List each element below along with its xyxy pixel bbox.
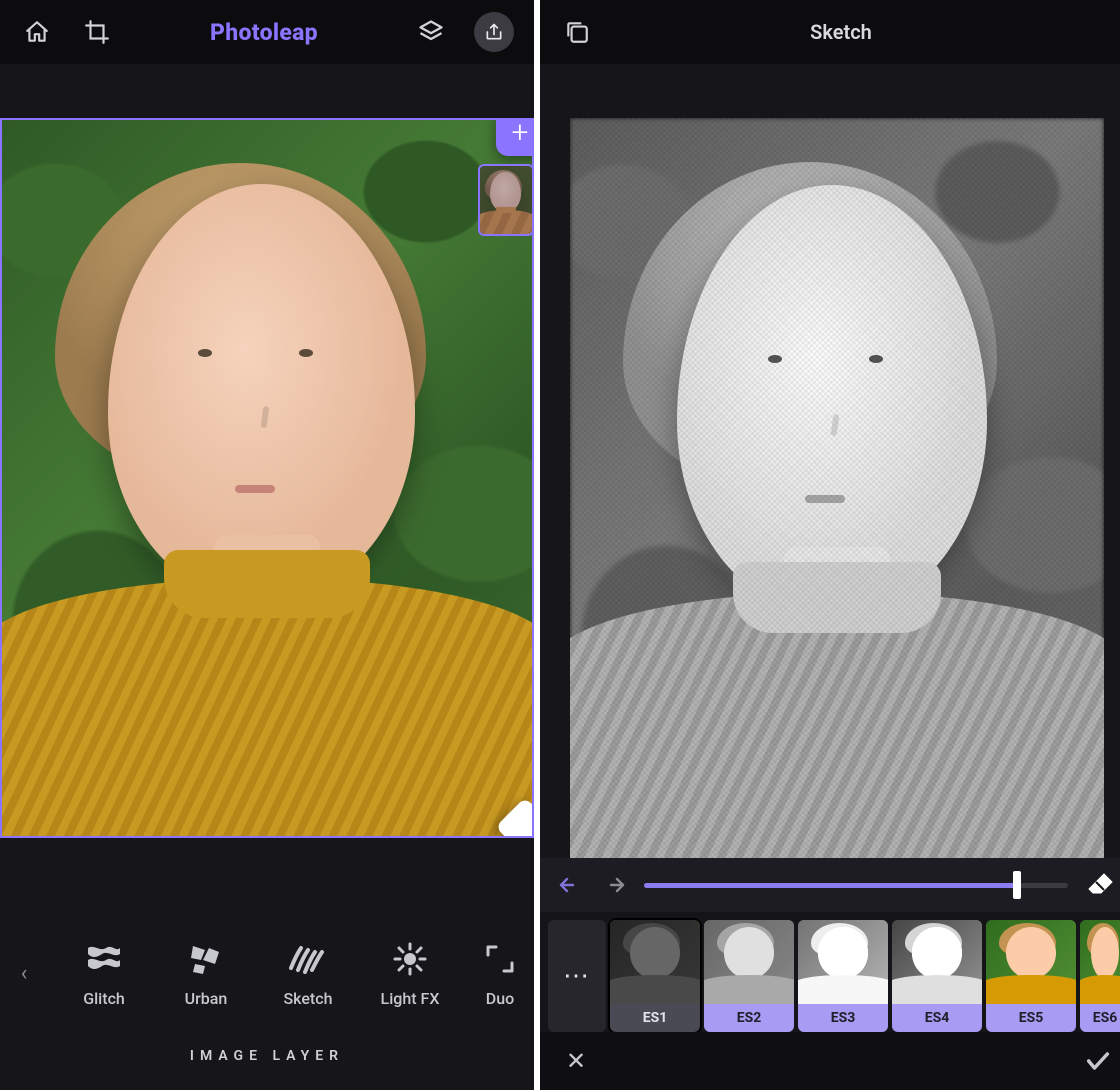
- left-topbar: Photoleap: [0, 0, 534, 64]
- preset-more-button[interactable]: ⋯: [548, 920, 606, 1032]
- preset-thumb: [892, 920, 982, 1004]
- effect-duo[interactable]: Duo: [476, 939, 524, 1008]
- effect-glitch[interactable]: Glitch: [68, 939, 140, 1008]
- layer-thumbnail[interactable]: [478, 164, 534, 236]
- effect-label: Glitch: [83, 989, 125, 1008]
- layers-icon[interactable]: [414, 15, 448, 49]
- preset-strip: ⋯ ES1ES2ES3ES4ES5ES6: [540, 912, 1120, 1032]
- preset-es2[interactable]: ES2: [704, 920, 794, 1032]
- effects-scroll-left[interactable]: ‹: [10, 961, 38, 986]
- preset-label: ES2: [704, 1004, 794, 1032]
- main-canvas[interactable]: +: [0, 118, 534, 838]
- eraser-icon[interactable]: [1084, 868, 1118, 902]
- app-title: Photoleap: [210, 19, 318, 46]
- undo-button[interactable]: [556, 871, 584, 899]
- duo-icon: [480, 939, 520, 979]
- preview-canvas[interactable]: [570, 118, 1104, 858]
- right-topbar: Sketch: [540, 0, 1120, 64]
- screen-title: Sketch: [810, 20, 872, 44]
- cancel-button[interactable]: ✕: [558, 1043, 594, 1079]
- effect-urban[interactable]: Urban: [170, 939, 242, 1008]
- effect-label: Sketch: [283, 989, 332, 1008]
- image-layer-label: IMAGE LAYER: [0, 1026, 534, 1090]
- sketch-icon: [288, 939, 328, 979]
- preset-thumb: [1080, 920, 1120, 1004]
- urban-icon: [186, 939, 226, 979]
- preset-thumb: [986, 920, 1076, 1004]
- preset-label: ES3: [798, 1004, 888, 1032]
- effects-row: ‹ Glitch Urban Sketch: [0, 913, 534, 1026]
- collection-icon[interactable]: [560, 15, 594, 49]
- preset-label: ES1: [610, 1004, 700, 1032]
- preset-label: ES6: [1080, 1004, 1120, 1032]
- crop-icon[interactable]: [80, 15, 114, 49]
- effect-sketch[interactable]: Sketch: [272, 939, 344, 1008]
- preset-thumb: [798, 920, 888, 1004]
- effect-lightfx[interactable]: Light FX: [374, 939, 446, 1008]
- glitch-icon: [84, 939, 124, 979]
- left-panel: Photoleap +: [0, 0, 540, 1090]
- preset-label: ES5: [986, 1004, 1076, 1032]
- left-bottom: ‹ Glitch Urban Sketch: [0, 913, 534, 1090]
- left-canvas-area: +: [0, 92, 534, 913]
- preset-es6[interactable]: ES6: [1080, 920, 1120, 1032]
- lightfx-icon: [390, 939, 430, 979]
- add-layer-button[interactable]: +: [496, 118, 534, 156]
- slider-thumb[interactable]: [1013, 871, 1021, 899]
- effect-label: Light FX: [381, 989, 440, 1008]
- right-canvas-area: [540, 92, 1120, 858]
- preset-es4[interactable]: ES4: [892, 920, 982, 1032]
- intensity-bar: [540, 858, 1120, 912]
- preset-es1[interactable]: ES1: [610, 920, 700, 1032]
- effect-label: Urban: [185, 989, 228, 1008]
- redo-button[interactable]: [600, 871, 628, 899]
- preset-es5[interactable]: ES5: [986, 920, 1076, 1032]
- confirm-button[interactable]: [1080, 1043, 1116, 1079]
- home-icon[interactable]: [20, 15, 54, 49]
- preset-thumb: [610, 920, 700, 1004]
- right-footer: ✕: [540, 1032, 1120, 1090]
- intensity-slider[interactable]: [644, 872, 1068, 898]
- slider-fill: [644, 883, 1017, 888]
- preset-label: ES4: [892, 1004, 982, 1032]
- preset-thumb: [704, 920, 794, 1004]
- right-panel: Sketch: [540, 0, 1120, 1090]
- share-button[interactable]: [474, 12, 514, 52]
- preset-es3[interactable]: ES3: [798, 920, 888, 1032]
- effect-label: Duo: [486, 989, 514, 1008]
